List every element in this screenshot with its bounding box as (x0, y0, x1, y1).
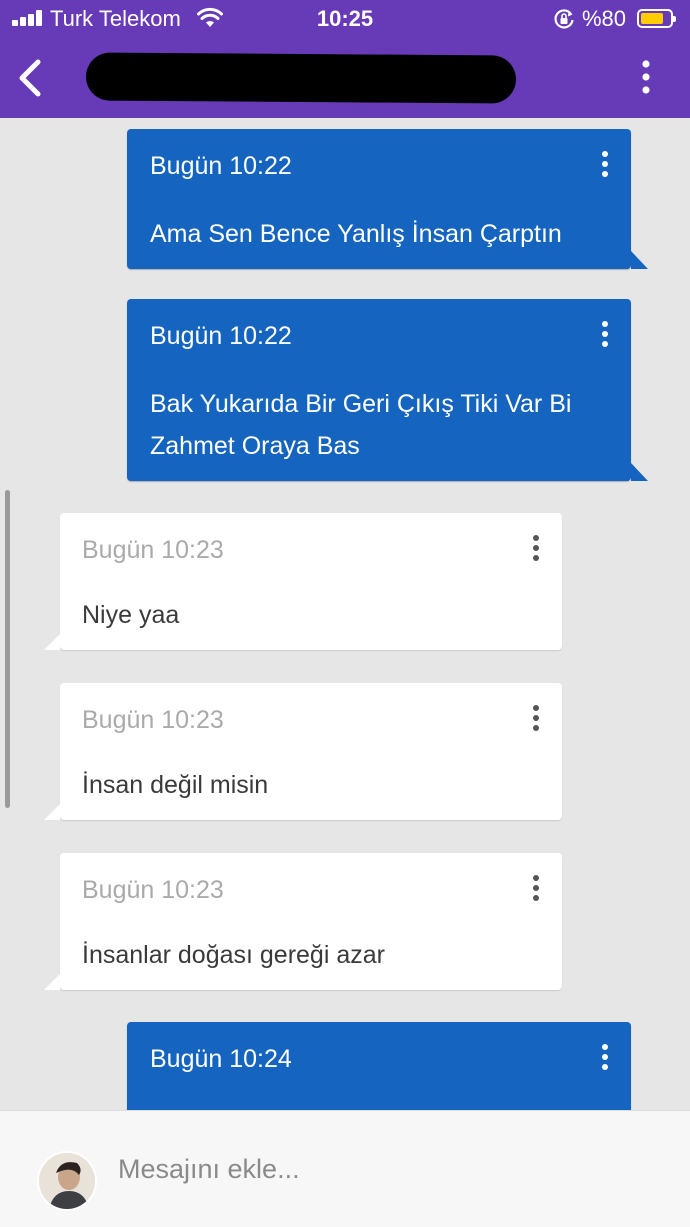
message-timestamp: Bugün 10:22 (150, 322, 292, 350)
chevron-left-icon (19, 59, 41, 97)
message-bubble-outgoing[interactable]: Bugün 10:22 Ama Sen Bence Yanlış İnsan Ç… (127, 129, 648, 269)
message-timestamp: Bugün 10:23 (82, 536, 224, 564)
message-bubble-outgoing[interactable]: Bugün 10:22 Bak Yukarıda Bir Geri Çıkış … (127, 299, 648, 481)
message-text: Ama Sen Bence Yanlış İnsan Çarptın (150, 220, 562, 248)
back-button[interactable] (10, 52, 50, 104)
message-list[interactable]: Bugün 10:22 Ama Sen Bence Yanlış İnsan Ç… (0, 118, 690, 1110)
message-more-button[interactable] (593, 147, 617, 181)
message-more-button[interactable] (524, 701, 548, 735)
message-bubble-incoming[interactable]: Bugün 10:23 İnsan değil misin (44, 683, 562, 820)
message-more-button[interactable] (524, 531, 548, 565)
bubble-tail (44, 804, 60, 820)
status-bar: Turk Telekom 10:25 %80 (0, 0, 690, 38)
message-more-button[interactable] (524, 871, 548, 905)
message-text: İnsanlar doğası gereği azar (82, 941, 385, 969)
message-text: İnsan değil misin (82, 771, 269, 799)
bubble-tail (44, 974, 60, 990)
message-timestamp: Bugün 10:24 (150, 1045, 292, 1073)
bubble-tail (631, 251, 648, 269)
message-text: Bak Yukarıda Bir Geri Çıkış Tiki Var Bi … (150, 390, 572, 460)
message-bubble-incoming[interactable]: Bugün 10:23 İnsanlar doğası gereği azar (44, 853, 562, 990)
redacted-contact-name (85, 52, 517, 104)
battery-percentage: %80 (582, 6, 627, 31)
message-timestamp: Bugün 10:22 (150, 152, 292, 180)
message-input[interactable] (118, 1141, 658, 1197)
message-bubble-incoming[interactable]: Bugün 10:23 Niye yaa (44, 513, 562, 650)
scrollbar[interactable] (5, 490, 10, 808)
more-vertical-icon (642, 60, 650, 94)
message-text: Niye yaa (82, 601, 180, 629)
bubble-tail (631, 463, 648, 481)
header-more-button[interactable] (630, 56, 662, 100)
orientation-lock-icon (554, 9, 574, 29)
message-bubble-outgoing[interactable]: Bugün 10:24 (127, 1022, 631, 1110)
avatar[interactable] (37, 1151, 97, 1211)
message-more-button[interactable] (593, 1040, 617, 1074)
message-composer (0, 1110, 690, 1227)
battery-icon (637, 9, 676, 28)
message-timestamp: Bugün 10:23 (82, 876, 224, 904)
bubble-tail (44, 634, 60, 650)
message-more-button[interactable] (593, 317, 617, 351)
message-timestamp: Bugün 10:23 (82, 706, 224, 734)
user-photo-icon (39, 1153, 95, 1209)
top-bar: Turk Telekom 10:25 %80 (0, 0, 690, 118)
